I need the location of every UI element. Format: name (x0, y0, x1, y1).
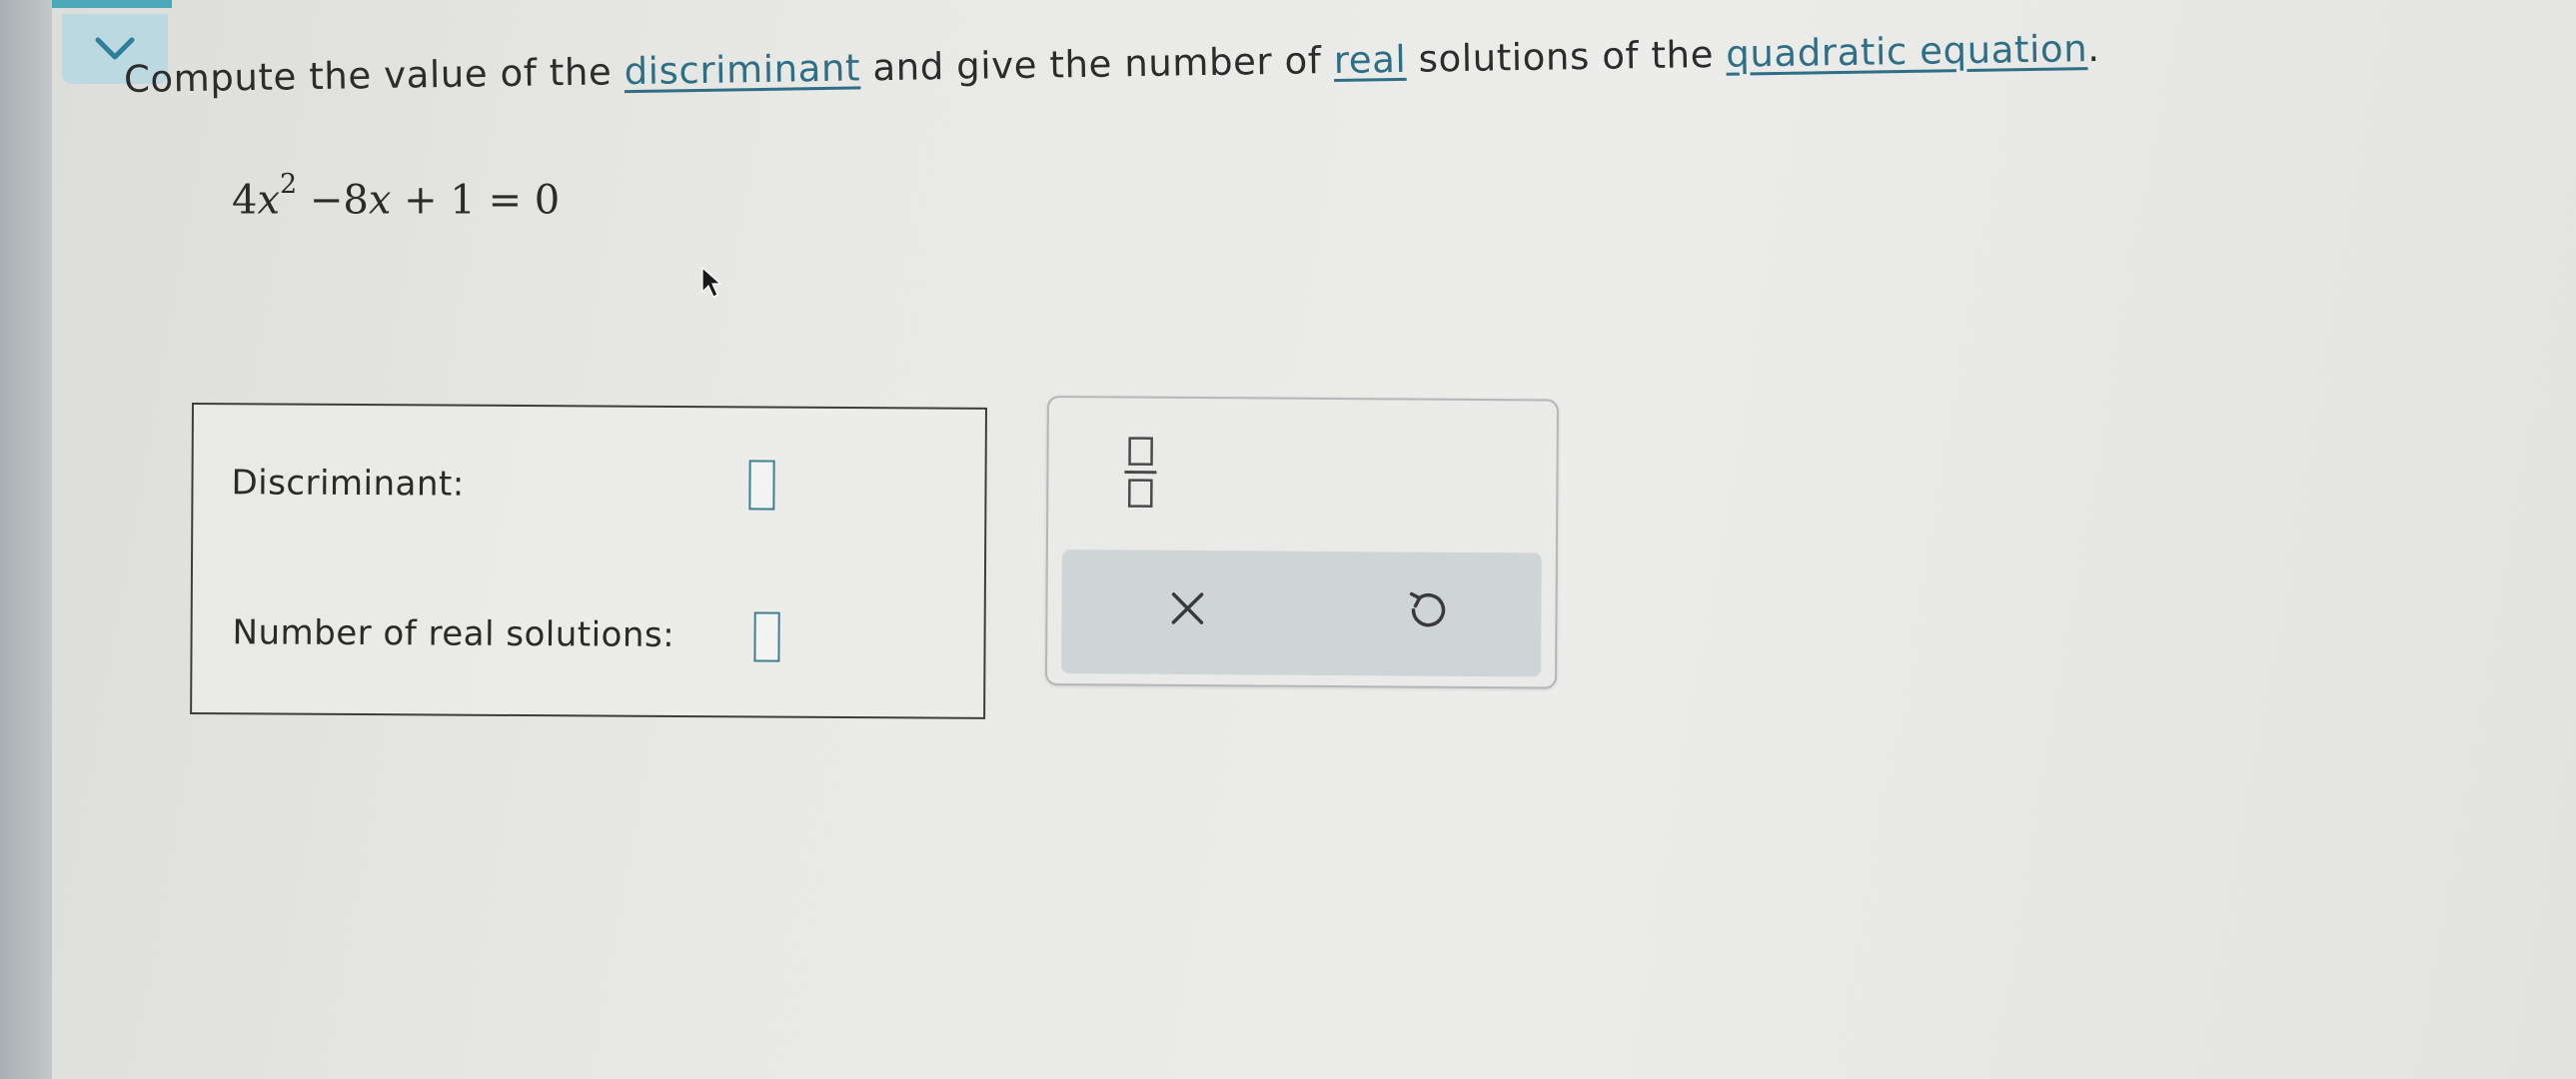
question-prefix: Compute the value of the (123, 50, 625, 101)
close-icon (1171, 592, 1204, 624)
undo-icon (1409, 591, 1446, 627)
math-toolbox (1044, 396, 1559, 689)
equation-coefficient: 4 (232, 177, 258, 224)
equation-variable: x (257, 177, 281, 224)
undo-button[interactable] (1397, 579, 1457, 639)
question-text: Compute the value of the discriminant an… (124, 25, 2222, 101)
fraction-button[interactable] (1108, 428, 1173, 516)
equation-variable-2: x (368, 177, 392, 224)
fraction-icon (1124, 437, 1157, 508)
mouse-pointer-icon (701, 266, 722, 298)
quadratic-equation: 4x2 −8x + 1 = 0 (232, 169, 561, 224)
question-middle-1: and give the number of (859, 38, 1335, 90)
real-solutions-input[interactable] (753, 611, 780, 662)
real-solutions-label: Number of real solutions: (232, 612, 675, 655)
equation-tail: + 1 = 0 (391, 177, 561, 224)
top-accent-bar (52, 0, 172, 8)
real-link[interactable]: real (1333, 38, 1406, 82)
equation-exponent: 2 (280, 169, 298, 200)
answer-box: Discriminant: Number of real solutions: (190, 403, 987, 719)
clear-button[interactable] (1157, 578, 1217, 638)
question-middle-2: solutions of the (1406, 32, 1727, 81)
left-edge-strip (0, 0, 52, 1079)
discriminant-link[interactable]: discriminant (624, 46, 860, 93)
quadratic-equation-link[interactable]: quadratic equation (1726, 27, 2088, 76)
discriminant-label: Discriminant: (231, 463, 465, 505)
equation-middle: −8 (297, 177, 369, 224)
discriminant-input[interactable] (748, 460, 775, 511)
action-toolbar (1061, 549, 1542, 677)
question-suffix: . (2086, 26, 2100, 71)
